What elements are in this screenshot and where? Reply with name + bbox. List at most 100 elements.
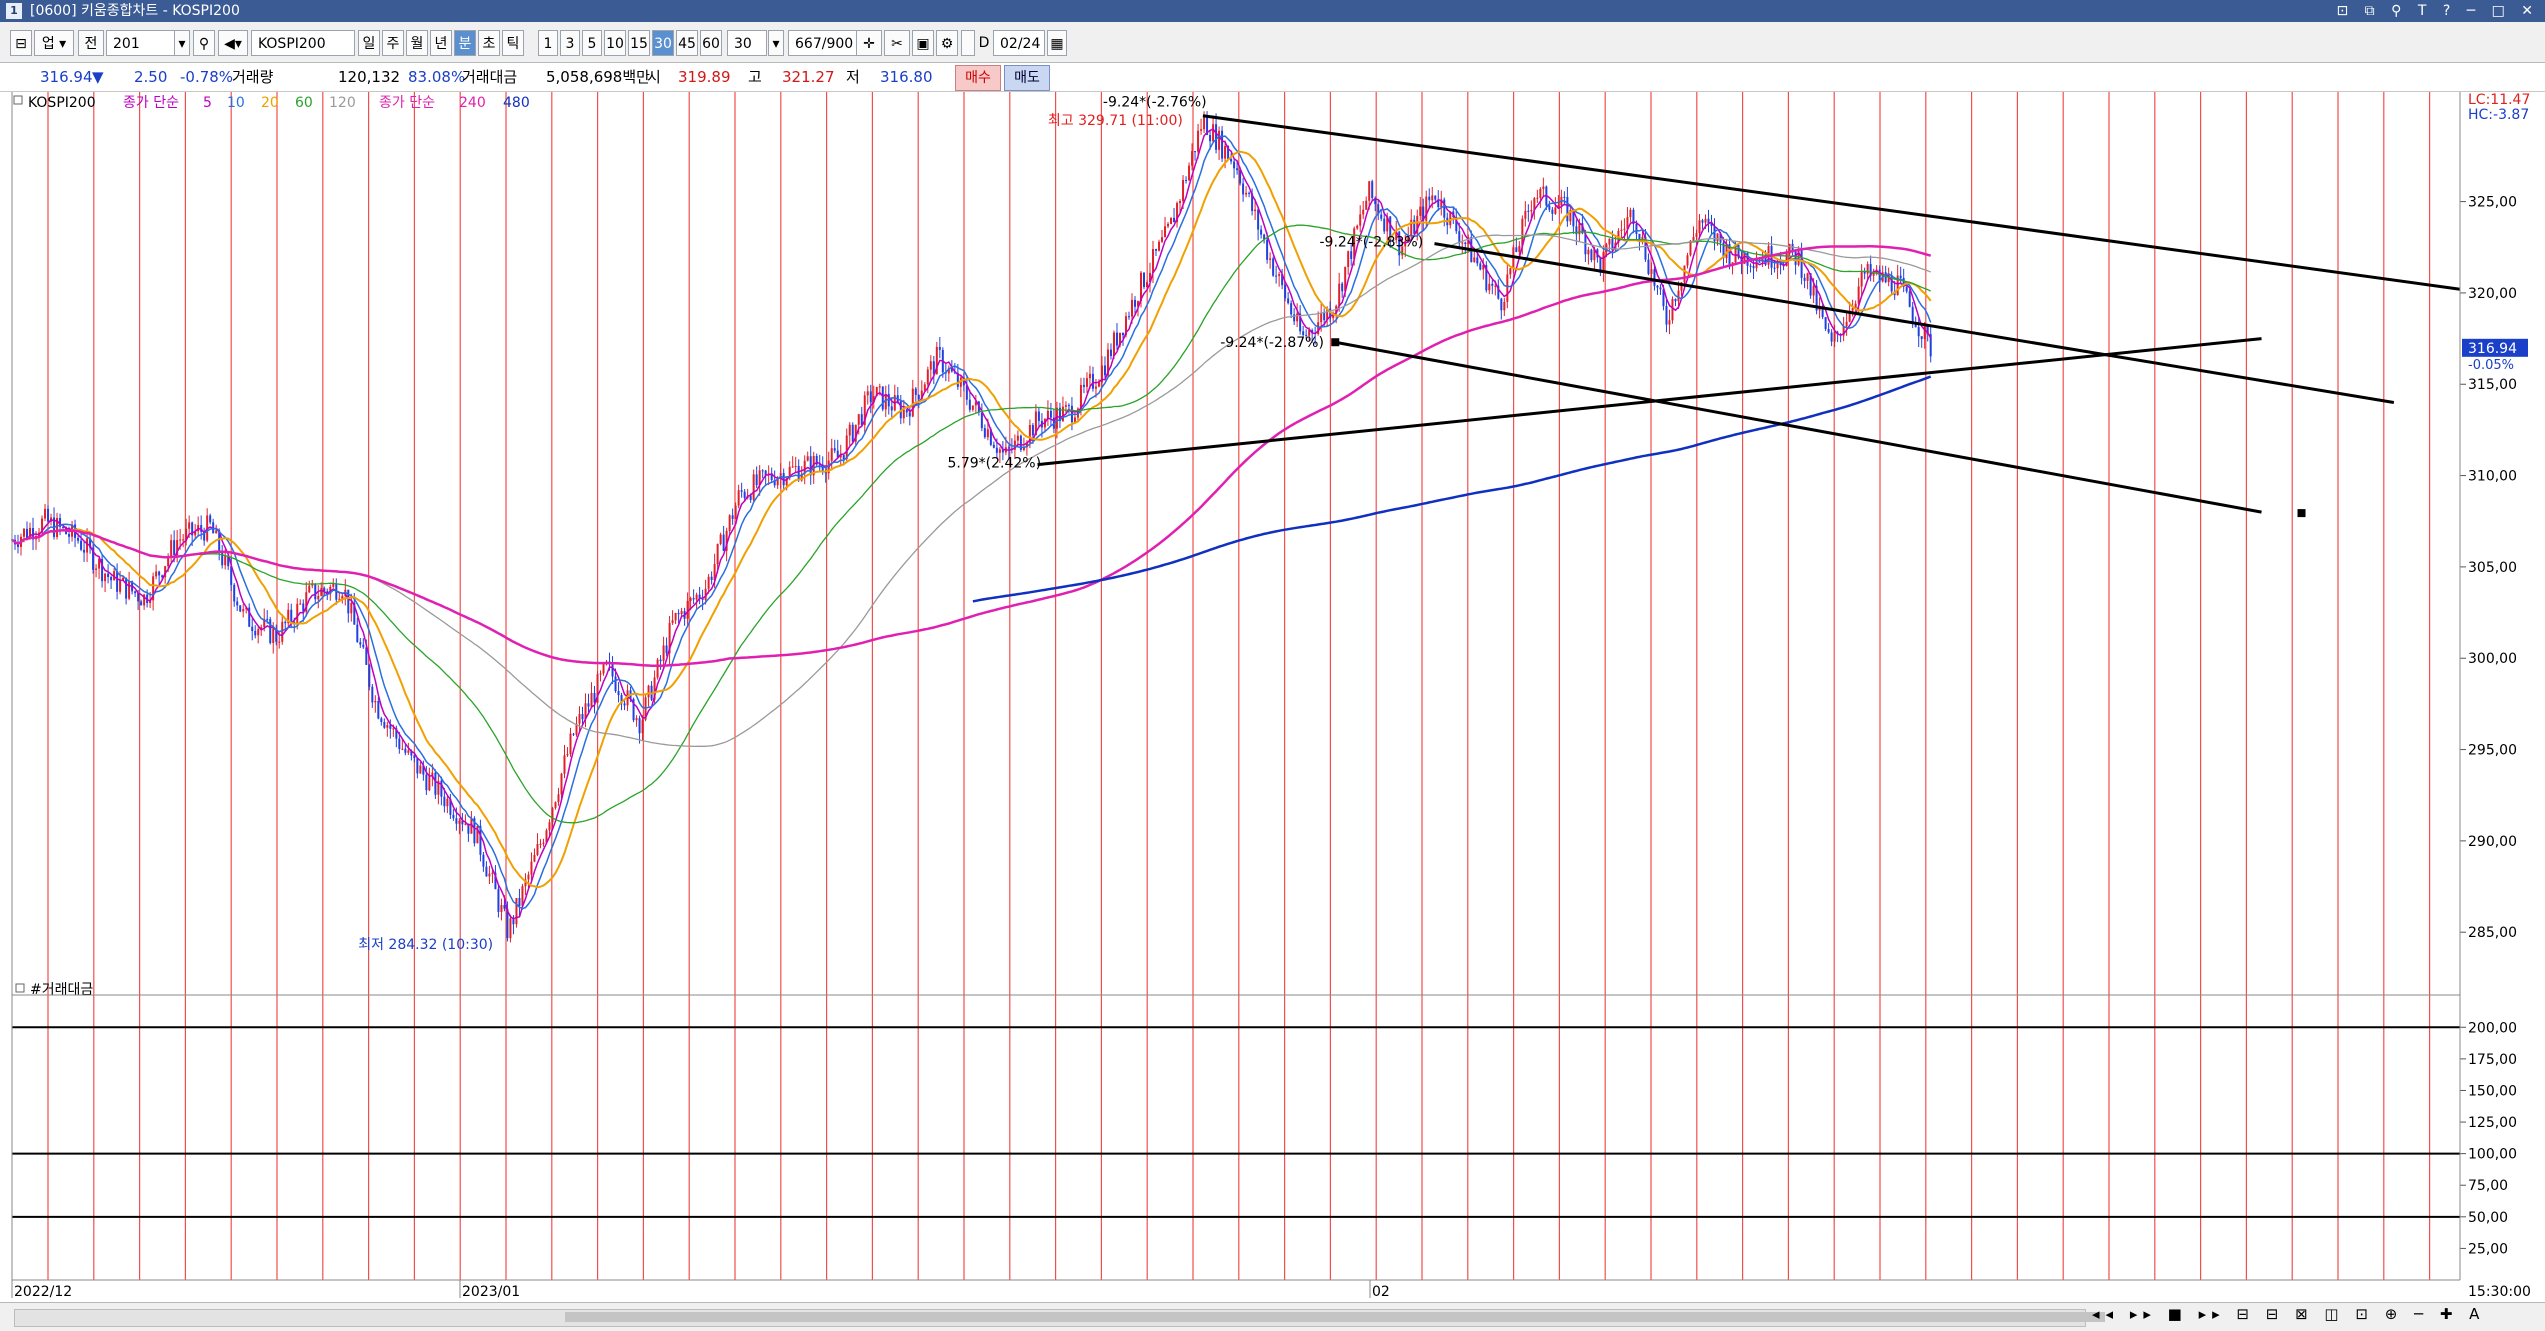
candle-body [137, 593, 140, 602]
price-tick-label: 315,00 [2468, 377, 2517, 393]
candle-body [1242, 183, 1245, 195]
time-label: 02 [1372, 1284, 1390, 1300]
open-label: 시 [647, 68, 661, 86]
candle-body [299, 603, 302, 605]
chart-area[interactable]: 최고 329.71 (11:00) -9.24*(-2.76%) -9.24*(-2… [0, 92, 2545, 1302]
legend-ma-label: 종가 단순 [123, 95, 179, 111]
candle-body [536, 844, 539, 855]
interval-button-45[interactable]: 45 [676, 30, 698, 56]
interval-button-5[interactable]: 5 [582, 30, 602, 56]
candle-body [1185, 179, 1188, 181]
candle-body [491, 872, 494, 874]
legend-ma-label-2: 종가 단순 [379, 95, 435, 111]
candle-body [992, 444, 995, 448]
count-field[interactable]: 667/900 [788, 30, 860, 56]
candle-body [1218, 130, 1221, 150]
period-button-0[interactable]: 일 [358, 30, 380, 56]
window-controls[interactable]: ⊡ ⧉ ⚲ T ? ─ □ ✕ [2336, 0, 2539, 22]
time-label: 2022/12 [14, 1284, 72, 1300]
candle-body [1635, 224, 1638, 234]
candle-body [542, 842, 545, 844]
candle-body [278, 641, 281, 643]
price-chart-svg[interactable]: 최고 329.71 (11:00) -9.24*(-2.76%) -9.24*(-2… [0, 92, 2545, 1302]
candle-body [1350, 251, 1353, 259]
fib-base-label: 5.79*(2.42%) [948, 456, 1042, 472]
save-icon[interactable]: ▣ [912, 30, 934, 56]
candle-body [527, 874, 530, 880]
interval-input[interactable]: 30 [727, 30, 767, 56]
period-button-4[interactable]: 분 [454, 30, 476, 56]
interval-dropdown-icon[interactable]: ▾ [768, 30, 784, 56]
candle-body [173, 540, 176, 555]
calendar-icon[interactable]: ▦ [1047, 30, 1067, 56]
candle-body [638, 718, 641, 734]
candle-body [128, 581, 131, 599]
amount-label: 거래대금 [462, 68, 518, 86]
candle-body [581, 713, 584, 720]
period-button-2[interactable]: 월 [406, 30, 428, 56]
code-dropdown-icon[interactable]: ▾ [174, 30, 190, 56]
type-select[interactable]: 전 [78, 30, 104, 56]
candle-body [44, 508, 47, 519]
nav-controls[interactable]: ◂◂ ▸▸ ■ ▸▸ ⊟ ⊟ ⊠ ◫ ⊡ ⊕ ─ ✚ A [2092, 1305, 2485, 1323]
period-button-6[interactable]: 틱 [502, 30, 524, 56]
candle-body [692, 598, 695, 600]
candle-body [1152, 249, 1155, 273]
interval-button-15[interactable]: 15 [628, 30, 650, 56]
candle-body [1701, 220, 1704, 223]
layout-icon[interactable]: ⊟ [10, 30, 32, 56]
candle-body [1551, 209, 1554, 214]
market-select[interactable]: 업 ▾ [34, 30, 74, 56]
symbol-field[interactable]: KOSPI200 [251, 30, 355, 56]
candle-body [1695, 233, 1698, 237]
interval-button-1[interactable]: 1 [538, 30, 558, 56]
candle-body [1830, 332, 1833, 342]
candle-body [215, 530, 218, 534]
candle-body [1182, 179, 1185, 202]
current-change-label: -0.05% [2468, 358, 2514, 373]
volume-tick-label: 150,00 [2468, 1083, 2517, 1099]
date-checkbox[interactable] [961, 30, 975, 56]
candle-body [563, 755, 566, 774]
interval-button-3[interactable]: 3 [560, 30, 580, 56]
low-label: 저 [846, 68, 860, 86]
candle-body [1539, 188, 1542, 198]
candle-body [1209, 134, 1212, 142]
crosshair-icon[interactable]: ✛ [856, 30, 882, 56]
candle-body [1188, 165, 1191, 181]
period-button-1[interactable]: 주 [382, 30, 404, 56]
scrollbar-thumb[interactable] [565, 1312, 2105, 1322]
fib-low-label: -9.24*(-2.87%) [1220, 335, 1324, 351]
search-icon[interactable]: ⚲ [193, 30, 215, 56]
candle-body [734, 505, 737, 519]
candle-body [1155, 249, 1158, 251]
candle-body [1037, 411, 1040, 421]
interval-button-60[interactable]: 60 [700, 30, 722, 56]
speaker-icon[interactable]: ◀▾ [218, 30, 248, 56]
candle-body [1845, 321, 1848, 327]
candle-body [1143, 272, 1146, 287]
scissors-icon[interactable]: ✂ [884, 30, 910, 56]
current-price: 316.94 [40, 68, 93, 86]
horizontal-scrollbar[interactable] [14, 1309, 2105, 1327]
candle-body [530, 861, 533, 875]
candle-body [110, 576, 113, 581]
period-button-3[interactable]: 년 [430, 30, 452, 56]
candle-body [1146, 282, 1149, 287]
candle-body [1608, 238, 1611, 245]
interval-button-30[interactable]: 30 [652, 30, 674, 56]
buy-button[interactable]: 매수 [955, 65, 1001, 91]
lc-label: LC:11.47 [2468, 92, 2530, 108]
candle-body [659, 659, 662, 662]
candle-body [158, 571, 161, 576]
candle-body [134, 591, 137, 594]
candle-body [719, 534, 722, 544]
period-button-5[interactable]: 초 [478, 30, 500, 56]
candle-body [830, 448, 833, 461]
date-field[interactable]: 02/24 [993, 30, 1045, 56]
candle-body [842, 455, 845, 460]
interval-button-10[interactable]: 10 [604, 30, 626, 56]
settings-icon[interactable]: ⚙ [936, 30, 958, 56]
sell-button[interactable]: 매도 [1004, 65, 1050, 91]
volume-tick-label: 125,00 [2468, 1115, 2517, 1131]
